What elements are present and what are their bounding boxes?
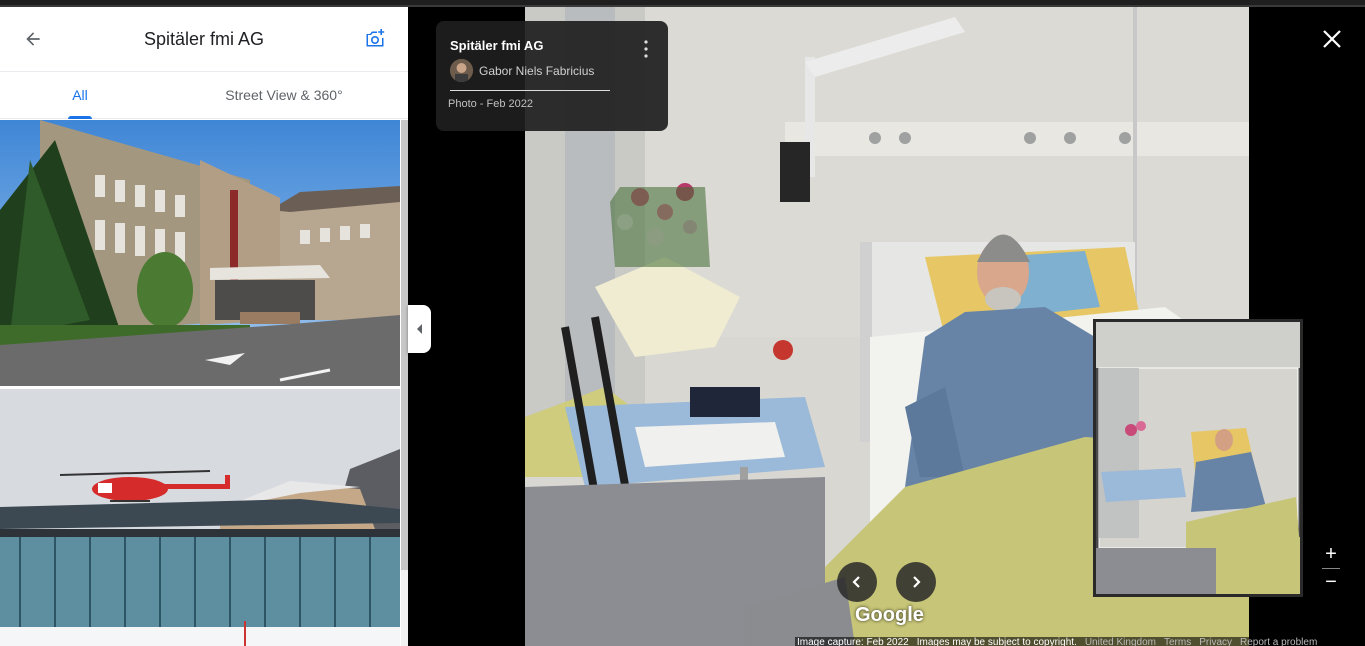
image-capture-date: Image capture: Feb 2022: [797, 637, 909, 646]
panel-title: Spitäler fmi AG: [143, 28, 265, 49]
collapse-panel-button[interactable]: [408, 305, 431, 353]
browser-top-strip: [0, 0, 1365, 7]
helipad-image: [0, 389, 400, 646]
close-icon: [1323, 30, 1341, 48]
photo-minimap[interactable]: [1093, 319, 1303, 597]
photo-tabs: All Street View & 360°: [0, 71, 408, 119]
author-name: Gabor Niels Fabricius: [479, 63, 595, 78]
building-image: [0, 120, 400, 386]
chevron-left-icon: [852, 576, 860, 588]
author-avatar: [450, 59, 473, 82]
photo-author-link[interactable]: Gabor Niels Fabricius: [450, 59, 594, 82]
chevron-right-icon: [913, 576, 921, 588]
photo-date: Photo - Feb 2022: [448, 98, 534, 110]
panel-header: Spitäler fmi AG: [0, 7, 408, 71]
zoom-divider: [1322, 568, 1340, 569]
back-button[interactable]: [19, 25, 47, 53]
photo-thumbnail-helipad[interactable]: [0, 389, 400, 646]
viewer-footer: Image capture: Feb 2022 Images may be su…: [795, 637, 1324, 646]
previous-photo-button[interactable]: [837, 562, 877, 602]
add-photo-button[interactable]: [362, 24, 390, 52]
scrollbar-handle[interactable]: [401, 120, 408, 570]
photo-place-title[interactable]: Spitäler fmi AG: [450, 38, 543, 53]
tab-street-view[interactable]: Street View & 360°: [160, 72, 408, 118]
photo-thumbnail-building[interactable]: [0, 120, 400, 386]
zoom-in-button[interactable]: +: [1320, 543, 1342, 565]
photo-info-card: Spitäler fmi AG Gabor Niels Fabricius Ph…: [436, 21, 668, 131]
photo-grid: [0, 120, 400, 646]
card-divider: [450, 90, 610, 91]
tab-all[interactable]: All: [0, 72, 160, 119]
photos-panel: Spitäler fmi AG All Street View & 360°: [0, 7, 408, 646]
add-photo-icon: [366, 29, 385, 47]
report-problem-link[interactable]: Report a problem: [1238, 637, 1323, 646]
close-viewer-button[interactable]: [1318, 25, 1346, 53]
minimap-image: [1096, 322, 1300, 594]
privacy-link[interactable]: Privacy: [1197, 637, 1238, 646]
terms-link[interactable]: Terms: [1162, 637, 1197, 646]
next-photo-button[interactable]: [896, 562, 936, 602]
arrow-left-icon: [26, 32, 40, 46]
panel-scrollbar[interactable]: [401, 120, 408, 646]
more-options-button[interactable]: [638, 37, 654, 61]
caret-left-icon: [416, 324, 422, 334]
more-vert-icon: [644, 40, 648, 58]
region-link[interactable]: United Kingdom: [1083, 637, 1162, 646]
google-logo: Google: [855, 604, 924, 626]
copyright-notice: Images may be subject to copyright.: [916, 637, 1077, 646]
zoom-out-button[interactable]: −: [1320, 571, 1342, 593]
